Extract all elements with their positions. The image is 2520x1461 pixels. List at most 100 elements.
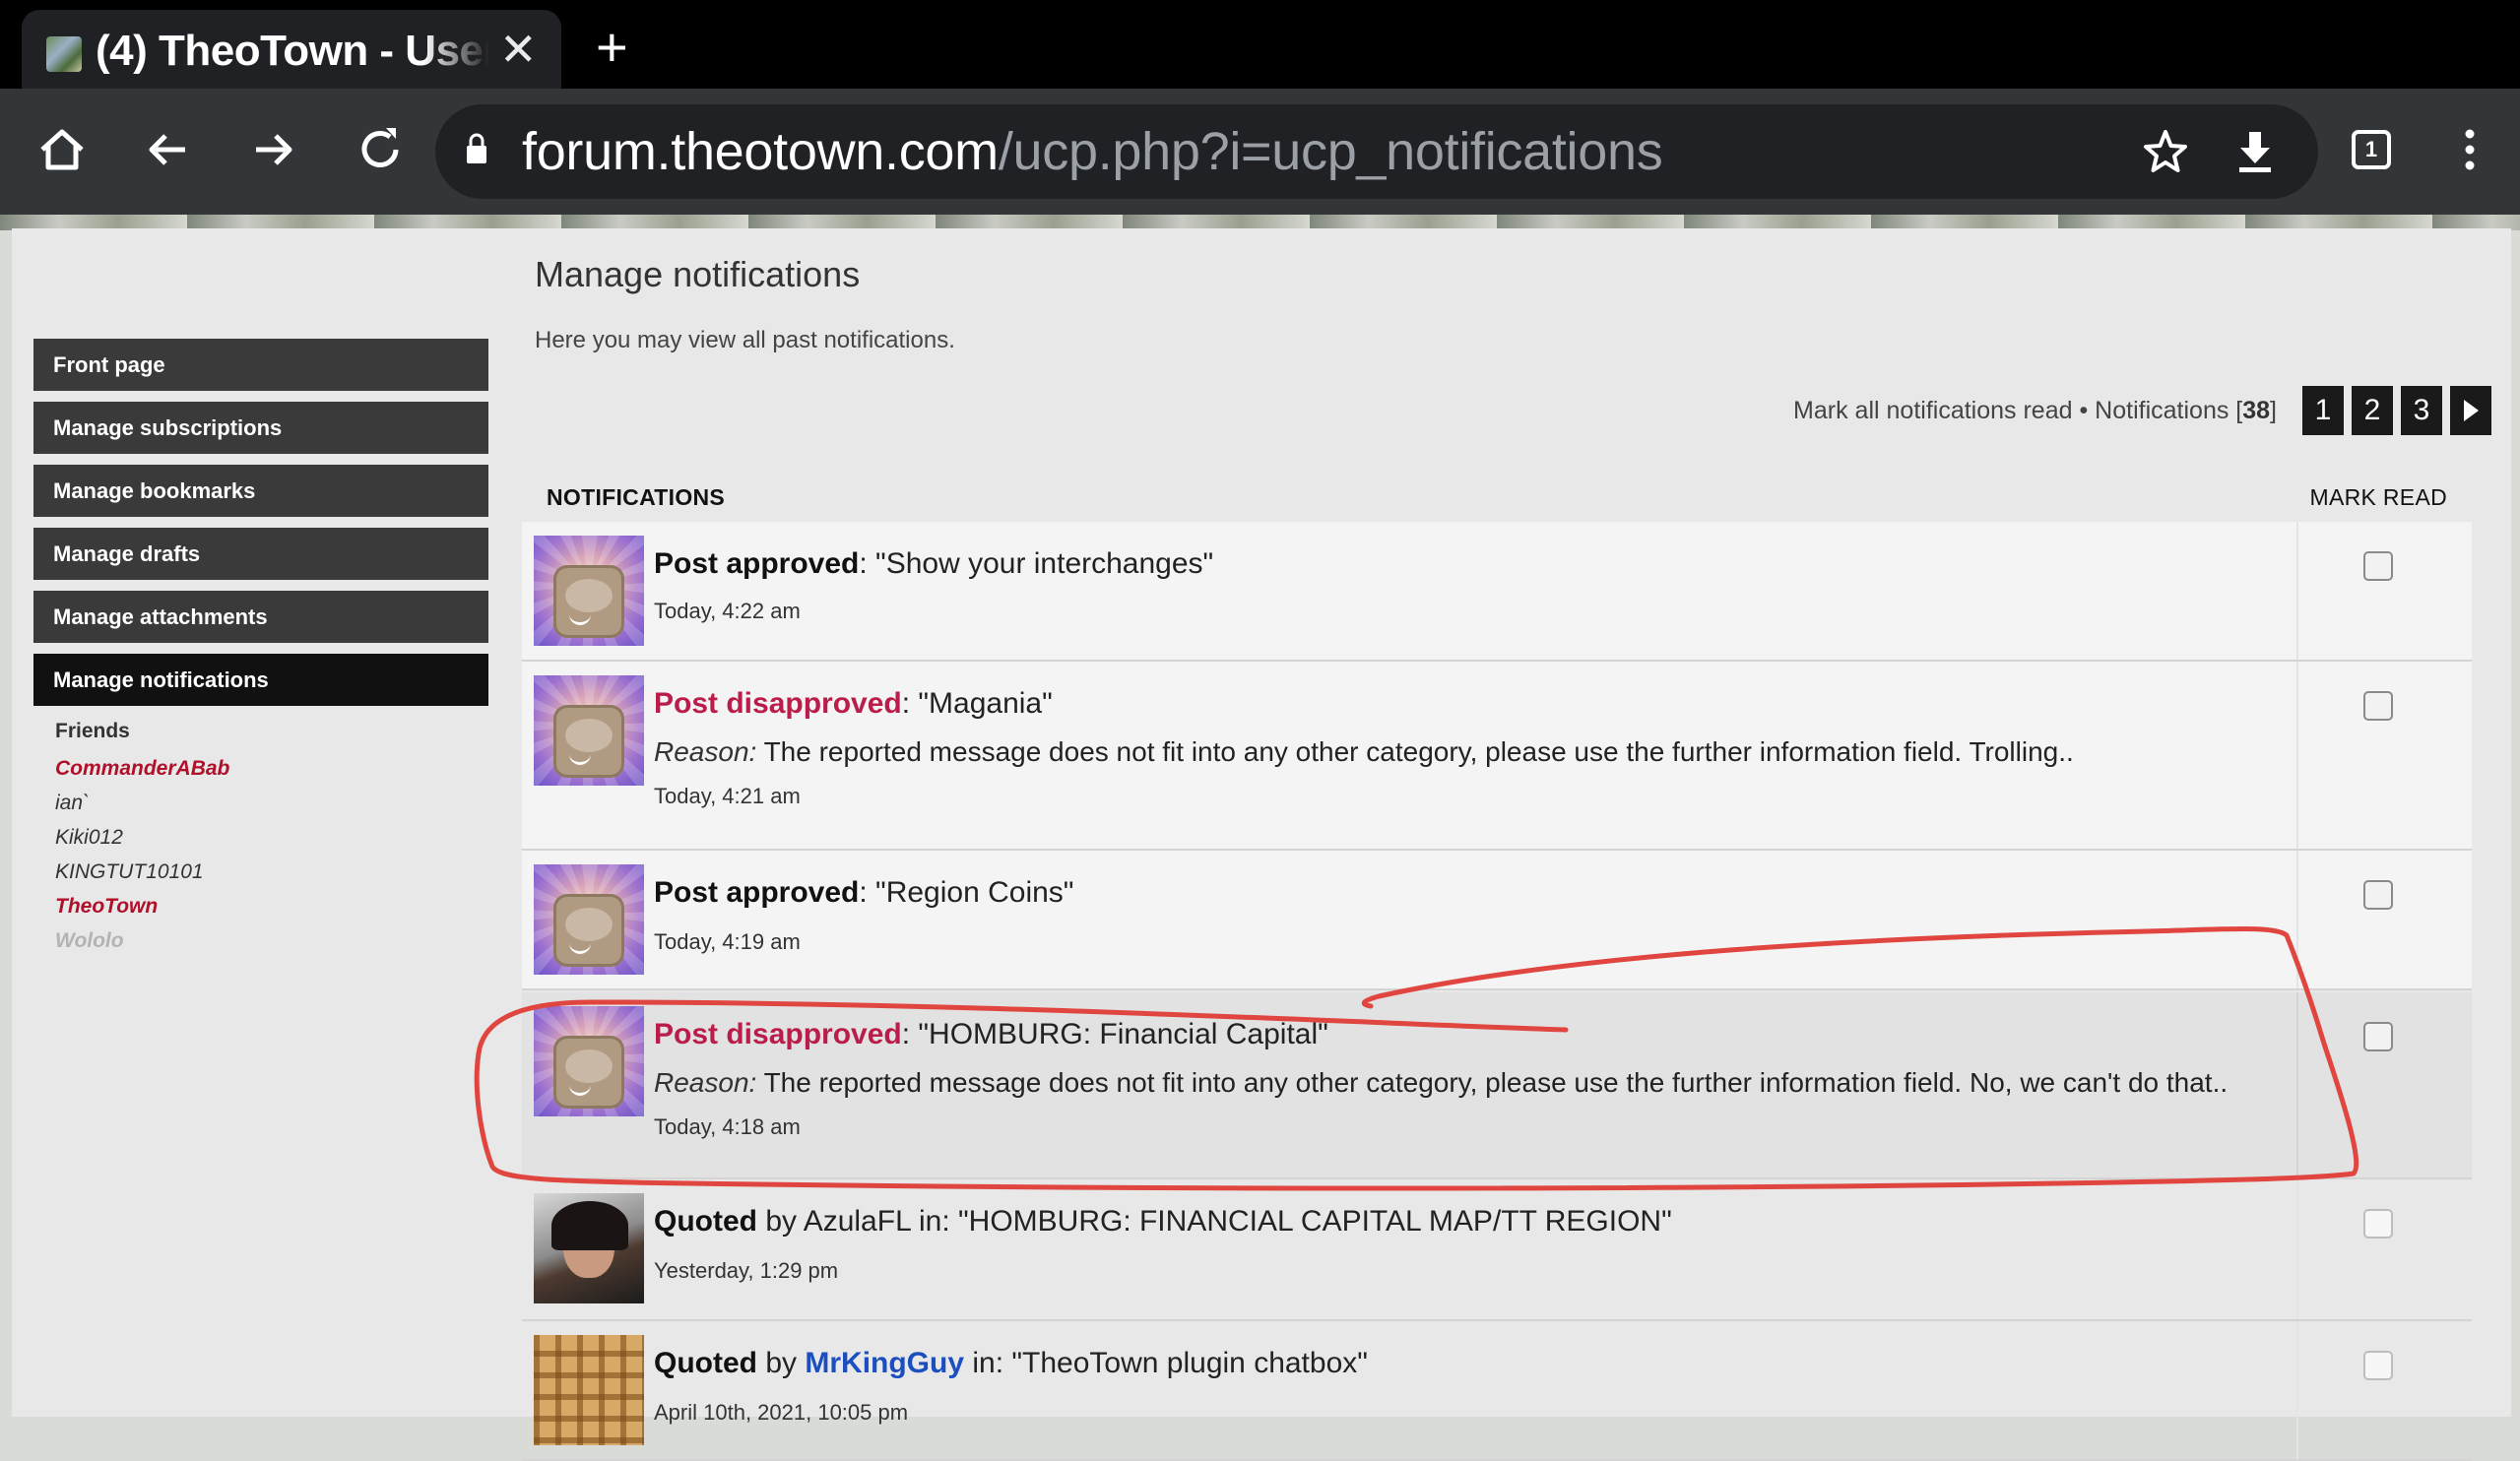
pagination-bar: Mark all notifications read • Notificati… bbox=[1793, 385, 2491, 436]
notification-title: Quoted by MrKingGuy in: "TheoTown plugin… bbox=[654, 1347, 1368, 1380]
mark-read-checkbox[interactable] bbox=[2363, 1209, 2393, 1239]
notifications-label: Notifications [ bbox=[2095, 396, 2243, 424]
page-title: Manage notifications bbox=[535, 254, 861, 294]
tab-title: (4) TheoTown - User Control Panel bbox=[96, 27, 489, 75]
notification-by: by bbox=[757, 1347, 806, 1379]
notifications-count: 38 bbox=[2242, 396, 2271, 424]
reason-label: Reason: bbox=[654, 1067, 757, 1098]
column-divider bbox=[2296, 992, 2298, 1177]
friends-heading: Friends bbox=[55, 720, 130, 742]
separator: • bbox=[2072, 396, 2096, 424]
page-1-button[interactable]: 1 bbox=[2302, 386, 2344, 435]
mark-read-checkbox[interactable] bbox=[2363, 551, 2393, 581]
avatar bbox=[534, 675, 644, 786]
avatar bbox=[534, 1006, 644, 1116]
friend-link[interactable]: CommanderABab bbox=[55, 751, 488, 786]
friends-list: Friends CommanderABab ian` Kiki012 KINGT… bbox=[33, 720, 488, 958]
notification-time: April 10th, 2021, 10:05 pm bbox=[654, 1400, 909, 1425]
mark-all-read-link[interactable]: Mark all notifications read bbox=[1793, 397, 2072, 424]
back-arrow-icon[interactable] bbox=[130, 112, 205, 187]
tab-strip: (4) TheoTown - User Control Panel ✕ + bbox=[0, 0, 2520, 89]
address-bar[interactable]: forum.theotown.com/ucp.php?i=ucp_notific… bbox=[435, 104, 2318, 199]
home-icon[interactable] bbox=[25, 112, 99, 187]
notification-time: Yesterday, 1:29 pm bbox=[654, 1258, 839, 1283]
download-icon[interactable] bbox=[2224, 120, 2287, 183]
mark-read-checkbox[interactable] bbox=[2363, 880, 2393, 910]
avatar bbox=[534, 864, 644, 975]
notification-row[interactable]: Post disapproved: "HOMBURG: Financial Ca… bbox=[522, 992, 2472, 1179]
friend-link[interactable]: Wololo bbox=[55, 923, 488, 958]
browser-toolbar: forum.theotown.com/ucp.php?i=ucp_notific… bbox=[0, 89, 2520, 215]
tab-switcher-button[interactable]: 1 bbox=[2334, 112, 2409, 187]
reason-text: The reported message does not fit into a… bbox=[756, 1067, 2229, 1098]
next-page-button[interactable] bbox=[2450, 386, 2491, 435]
mark-read-checkbox[interactable] bbox=[2363, 1022, 2393, 1051]
ucp-sidebar: Front page Manage subscriptions Manage b… bbox=[33, 339, 488, 958]
notification-subject: : "Magania" bbox=[901, 687, 1053, 720]
close-icon[interactable]: ✕ bbox=[499, 27, 538, 72]
column-divider bbox=[2296, 1321, 2298, 1459]
avatar bbox=[534, 1193, 644, 1303]
mark-read-checkbox[interactable] bbox=[2363, 1351, 2393, 1380]
notification-kind: Quoted bbox=[654, 1205, 757, 1238]
notification-row[interactable]: Post disapproved: "Magania" Reason: The … bbox=[522, 662, 2472, 851]
notification-row[interactable]: Quoted by AzulaFL in: "HOMBURG: FINANCIA… bbox=[522, 1179, 2472, 1321]
ucp-panel: Front page Manage subscriptions Manage b… bbox=[12, 228, 2511, 1461]
notification-time: Today, 4:22 am bbox=[654, 599, 801, 623]
sidebar-item-manage-subscriptions[interactable]: Manage subscriptions bbox=[33, 402, 488, 454]
reason-text: The reported message does not fit into a… bbox=[756, 736, 2074, 767]
reason-label: Reason: bbox=[654, 736, 757, 767]
notification-time: Today, 4:21 am bbox=[654, 784, 801, 808]
notifications-summary: Mark all notifications read • Notificati… bbox=[1793, 397, 2277, 425]
page-2-button[interactable]: 2 bbox=[2352, 386, 2393, 435]
notification-subject: : "Region Coins" bbox=[859, 876, 1074, 909]
notification-row[interactable]: Quoted by MrKingGuy in: "TheoTown plugin… bbox=[522, 1321, 2472, 1461]
new-tab-icon[interactable]: + bbox=[596, 20, 628, 75]
notification-row[interactable]: Post approved: "Region Coins" Today, 4:1… bbox=[522, 851, 2472, 990]
column-divider bbox=[2296, 662, 2298, 849]
reload-icon[interactable] bbox=[343, 112, 418, 187]
column-divider bbox=[2296, 851, 2298, 988]
friend-link[interactable]: ian` bbox=[55, 786, 488, 820]
friend-link[interactable]: KINGTUT10101 bbox=[55, 855, 488, 889]
sidebar-item-manage-bookmarks[interactable]: Manage bookmarks bbox=[33, 465, 488, 517]
notification-title: Post disapproved: "Magania" bbox=[654, 687, 1053, 721]
notification-title: Quoted by AzulaFL in: "HOMBURG: FINANCIA… bbox=[654, 1205, 1672, 1239]
column-divider bbox=[2296, 522, 2298, 660]
sidebar-item-front-page[interactable]: Front page bbox=[33, 339, 488, 391]
notification-kind: Post approved bbox=[654, 876, 860, 909]
notification-reason: Reason: The reported message does not fi… bbox=[654, 736, 2074, 768]
tab-count: 1 bbox=[2364, 137, 2378, 161]
notification-time: Today, 4:19 am bbox=[654, 929, 801, 954]
url-text: forum.theotown.com/ucp.php?i=ucp_notific… bbox=[522, 120, 1663, 183]
notification-title: Post disapproved: "HOMBURG: Financial Ca… bbox=[654, 1018, 1328, 1051]
notification-time: Today, 4:18 am bbox=[654, 1114, 801, 1139]
play-next-icon bbox=[2464, 400, 2479, 421]
browser-tab[interactable]: (4) TheoTown - User Control Panel ✕ bbox=[22, 10, 561, 89]
notification-subject: "HOMBURG: FINANCIAL CAPITAL MAP/TT REGIO… bbox=[958, 1205, 1672, 1238]
header-notifications: NOTIFICATIONS bbox=[547, 484, 726, 510]
more-menu-icon[interactable] bbox=[2432, 112, 2507, 187]
friend-link[interactable]: TheoTown bbox=[55, 889, 488, 923]
notification-subject: "TheoTown plugin chatbox" bbox=[1011, 1347, 1368, 1379]
notification-kind: Post approved bbox=[654, 547, 860, 580]
page-3-button[interactable]: 3 bbox=[2401, 386, 2442, 435]
url-path: /ucp.php?i=ucp_notifications bbox=[998, 122, 1663, 181]
friend-link[interactable]: Kiki012 bbox=[55, 820, 488, 855]
notification-subject: : "HOMBURG: Financial Capital" bbox=[901, 1018, 1328, 1050]
avatar bbox=[534, 1335, 644, 1445]
notification-kind: Post disapproved bbox=[654, 1018, 902, 1050]
theotown-favicon-icon bbox=[46, 36, 82, 72]
notification-user-link[interactable]: MrKingGuy bbox=[805, 1347, 964, 1379]
notification-by: by AzulaFL in: bbox=[757, 1205, 958, 1238]
sidebar-item-manage-notifications[interactable]: Manage notifications bbox=[33, 654, 488, 706]
lock-icon bbox=[467, 133, 486, 163]
forward-arrow-icon[interactable] bbox=[236, 112, 311, 187]
notification-in: in: bbox=[964, 1347, 1012, 1379]
sidebar-item-manage-attachments[interactable]: Manage attachments bbox=[33, 591, 488, 643]
notification-row[interactable]: Post approved: "Show your interchanges" … bbox=[522, 522, 2472, 662]
mark-read-checkbox[interactable] bbox=[2363, 691, 2393, 721]
star-icon[interactable] bbox=[2134, 120, 2197, 183]
sidebar-item-manage-drafts[interactable]: Manage drafts bbox=[33, 528, 488, 580]
column-divider bbox=[2296, 1179, 2298, 1319]
